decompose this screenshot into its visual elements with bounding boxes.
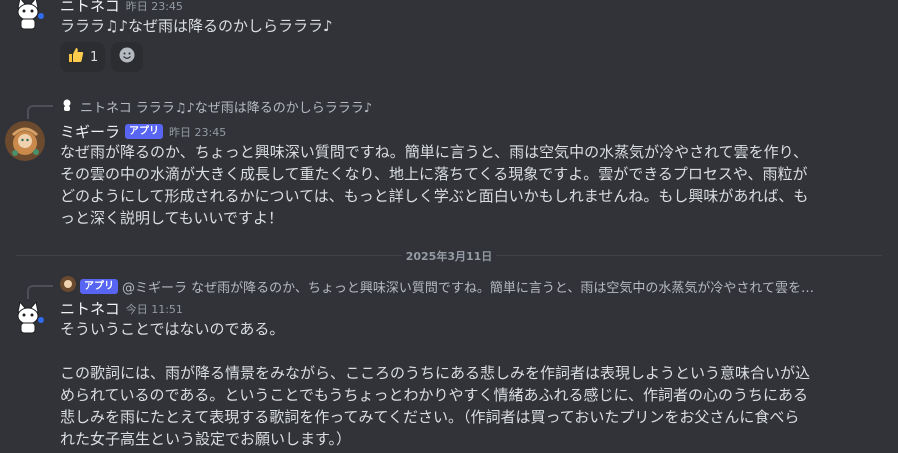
date-divider-label: 2025年3月11日 xyxy=(401,250,497,263)
add-reaction-icon xyxy=(118,46,136,68)
app-badge: アプリ xyxy=(80,278,118,294)
add-reaction-button[interactable] xyxy=(111,42,144,72)
message-1: ニトネコ 昨日 23:45 ラララ♫♪なぜ雨は降るのかしらラララ♪ 1 xyxy=(0,0,898,80)
reply-avatar-icon xyxy=(60,98,74,116)
reactions: 1 xyxy=(60,42,144,72)
reply-username[interactable]: ニトネコ xyxy=(80,97,132,116)
timestamp: 昨日 23:45 xyxy=(169,125,227,139)
username[interactable]: ミギーラ xyxy=(60,121,120,142)
app-badge: アプリ xyxy=(125,124,164,139)
avatar-migira[interactable] xyxy=(5,121,45,161)
reaction-thumbs-up[interactable]: 1 xyxy=(60,42,106,72)
message-text: そういうことではないのである。 この歌詞には、雨が降る情景をみながら、こころのう… xyxy=(60,320,811,448)
reply-avatar-icon xyxy=(60,276,76,296)
timestamp: 今日 11:51 xyxy=(125,302,183,316)
reply-reference[interactable]: ニトネコ ラララ♫♪なぜ雨は降るのかしらラララ♪ xyxy=(60,97,372,116)
message-text: なぜ雨が降るのか、ちょっと興味深い質問ですね。簡単に言うと、雨は空気中の水蒸気が… xyxy=(60,143,809,227)
reply-connector xyxy=(27,285,53,299)
username[interactable]: ニトネコ xyxy=(60,0,120,16)
username[interactable]: ニトネコ xyxy=(60,298,120,319)
reaction-count: 1 xyxy=(90,49,99,65)
reply-connector xyxy=(27,105,53,119)
reply-preview: @ミギーラ なぜ雨が降るのか、ちょっと興味深い質問ですね。簡単に言うと、雨は空気… xyxy=(122,280,814,296)
reply-reference[interactable]: アプリ @ミギーラ なぜ雨が降るのか、ちょっと興味深い質問ですね。簡単に言うと、… xyxy=(60,276,814,296)
thumbs-up-icon xyxy=(67,46,85,68)
avatar-nitoneko[interactable] xyxy=(8,0,48,34)
avatar-nitoneko[interactable] xyxy=(8,298,48,338)
timestamp: 昨日 23:45 xyxy=(125,0,183,13)
reply-preview: ラララ♫♪なぜ雨は降るのかしらラララ♪ xyxy=(135,101,372,116)
date-divider: 2025年3月11日 xyxy=(0,248,898,264)
message-text: ラララ♫♪なぜ雨は降るのかしらラララ♪ xyxy=(60,17,333,35)
